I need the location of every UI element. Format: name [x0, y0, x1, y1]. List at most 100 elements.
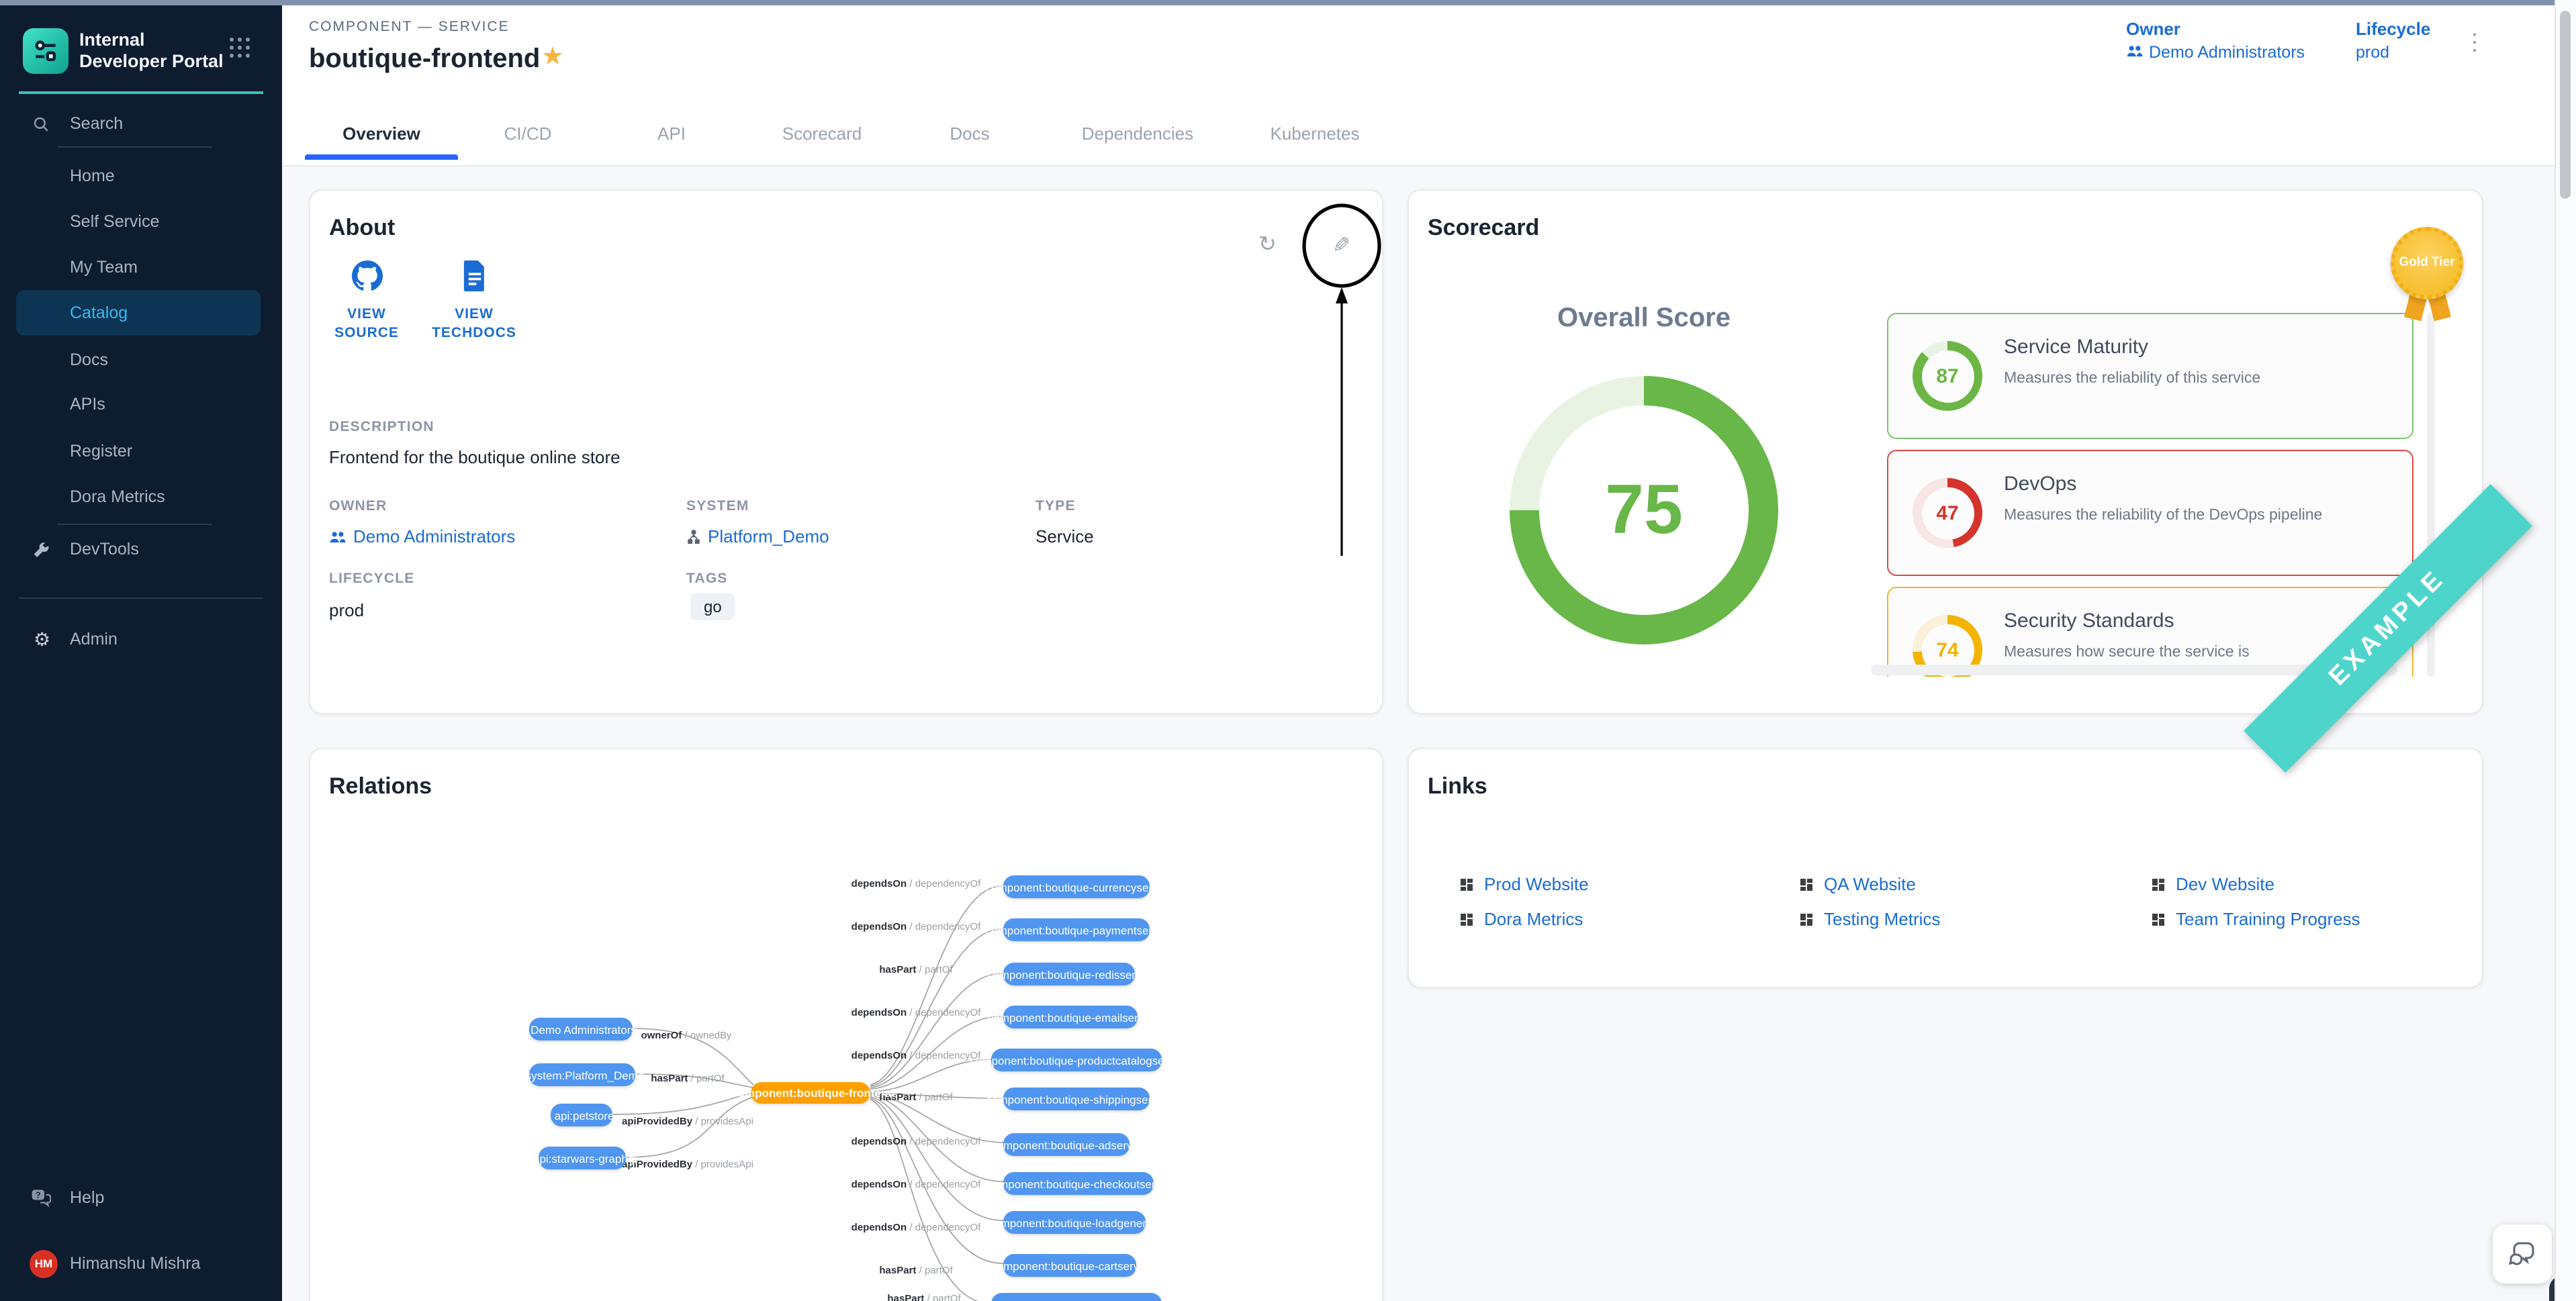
- graph-node-api-petstore[interactable]: api:petstore: [551, 1104, 612, 1126]
- graph-node-boutique-frontend[interactable]: component:boutique-frontend: [751, 1082, 870, 1104]
- favorite-star-icon[interactable]: ★: [541, 44, 564, 70]
- sidebar-item-dora-metrics[interactable]: Dora Metrics: [0, 479, 282, 514]
- overall-score-label: Overall Score: [1557, 303, 1731, 334]
- link-team-training-progress[interactable]: Team Training Progress: [2150, 909, 2360, 929]
- graph-node-checkoutservice[interactable]: component:boutique-checkoutservice: [1003, 1172, 1154, 1195]
- sidebar-item-search[interactable]: Search: [0, 106, 282, 141]
- dashboard-icon: [2150, 911, 2166, 927]
- graph-node-redisservice[interactable]: component:boutique-redisservice: [1003, 963, 1135, 985]
- techdocs-icon: [461, 260, 487, 291]
- links-card: Links Prod Website QA Website Dev Websit…: [1408, 748, 2483, 988]
- sidebar-user[interactable]: HM Himanshu Mishra: [0, 1246, 282, 1281]
- owner-label: Owner: [2126, 19, 2305, 39]
- tab-cicd[interactable]: CI/CD: [504, 124, 552, 144]
- sidebar-item-devtools[interactable]: DevTools: [0, 532, 282, 567]
- link-testing-metrics[interactable]: Testing Metrics: [1798, 909, 1940, 929]
- edge-label: hasPart / partOf: [651, 1072, 724, 1084]
- overall-score-value: 75: [1539, 405, 1749, 615]
- about-title: About: [329, 215, 395, 242]
- graph-node-shippingservice[interactable]: component:boutique-shippingservice: [1003, 1088, 1150, 1110]
- about-card: About ↻ ✎ VIEW SOURCE VIEW TECHDOCS DESC…: [309, 189, 1383, 714]
- sidebar-divider: [19, 597, 263, 599]
- edge-label: dependsOn / dependencyOf: [852, 1221, 981, 1233]
- search-icon: [32, 115, 50, 132]
- group-icon: [2126, 43, 2144, 62]
- sidebar-item-self-service[interactable]: Self Service: [0, 204, 282, 239]
- owner-field-value[interactable]: Demo Administrators: [329, 526, 515, 546]
- graph-node-loadgenerator[interactable]: component:boutique-loadgenerator: [1003, 1211, 1146, 1234]
- apps-grid-icon[interactable]: [230, 38, 251, 59]
- edge-label: dependsOn / dependencyOf: [852, 1049, 981, 1061]
- chat-bubbles-icon: [2508, 1239, 2537, 1269]
- tab-scorecard[interactable]: Scorecard: [782, 124, 862, 144]
- tag-chip-go[interactable]: go: [690, 593, 735, 620]
- graph-node-emailservice[interactable]: component:boutique-emailservice: [1003, 1006, 1138, 1028]
- link-prod-website[interactable]: Prod Website: [1459, 874, 1589, 894]
- sidebar-item-catalog[interactable]: Catalog: [16, 290, 261, 336]
- graph-node-cartservice[interactable]: component:boutique-cartservice: [1003, 1254, 1136, 1277]
- help-icon: ?: [31, 1188, 51, 1207]
- refresh-icon[interactable]: ↻: [1258, 231, 1277, 258]
- gold-tier-badge: Gold Tier: [2391, 227, 2463, 299]
- system-field-value[interactable]: Platform_Demo: [686, 526, 829, 546]
- lifecycle-field-label: LIFECYCLE: [329, 571, 415, 587]
- view-techdocs-link[interactable]: VIEW TECHDOCS: [426, 260, 522, 343]
- sidebar-item-register[interactable]: Register: [0, 434, 282, 469]
- graph-node-paymentservice[interactable]: component:boutique-paymentservice: [1003, 918, 1150, 941]
- edge-label: apiProvidedBy / providesApi: [622, 1158, 753, 1170]
- metric-card-devops[interactable]: 47 DevOps Measures the reliability of th…: [1887, 450, 2413, 576]
- graph-node-system-platform-demo[interactable]: system:Platform_Demo: [529, 1063, 635, 1086]
- kebab-menu-icon[interactable]: ⋮: [2463, 30, 2486, 56]
- relations-card: Relations Demo A: [309, 748, 1383, 1301]
- edge-label: dependsOn / dependencyOf: [852, 877, 981, 889]
- sidebar-item-help[interactable]: ? Help: [0, 1180, 282, 1215]
- app-title: Internal Developer Portal: [79, 29, 230, 73]
- scorecard-metrics-list: 87 Service Maturity Measures the reliabi…: [1887, 313, 2413, 677]
- tab-docs[interactable]: Docs: [950, 124, 989, 144]
- edge-label: dependsOn / dependencyOf: [852, 1178, 981, 1190]
- scorecard-card: Scorecard Gold Tier Overall Score 75 87 …: [1408, 189, 2483, 714]
- dashboard-icon: [1459, 876, 1475, 892]
- edit-pencil-icon[interactable]: ✎: [1332, 232, 1350, 259]
- sidebar-item-apis[interactable]: APIs: [0, 387, 282, 422]
- lifecycle-field-value: prod: [329, 600, 364, 620]
- feedback-button[interactable]: [2493, 1224, 2552, 1284]
- sidebar-item-my-team[interactable]: My Team: [0, 250, 282, 285]
- breadcrumb: COMPONENT — SERVICE: [309, 19, 510, 35]
- graph-node-currencyservice[interactable]: component:boutique-currencyservice: [1003, 875, 1150, 898]
- owner-link[interactable]: Demo Administrators: [2126, 43, 2305, 62]
- graph-node-adservice[interactable]: component:boutique-adservice: [1003, 1133, 1130, 1156]
- link-qa-website[interactable]: QA Website: [1798, 874, 1916, 894]
- app-logo-row[interactable]: Internal Developer Portal: [23, 21, 265, 81]
- metric-ring: 87: [1913, 341, 1982, 411]
- tab-dependencies[interactable]: Dependencies: [1082, 124, 1193, 144]
- edge-label: ownerOf / ownedBy: [641, 1029, 731, 1041]
- tags-field-label: TAGS: [686, 571, 728, 587]
- sidebar-item-docs[interactable]: Docs: [0, 342, 282, 377]
- sidebar-divider: [58, 524, 212, 525]
- sidebar-accent-divider: [19, 91, 263, 94]
- edge-label: dependsOn / dependencyOf: [852, 1135, 981, 1147]
- page-scrollbar-thumb[interactable]: [2560, 11, 2571, 199]
- tab-kubernetes[interactable]: Kubernetes: [1271, 124, 1360, 144]
- header-owner-block: Owner Demo Administrators: [2126, 19, 2305, 62]
- graph-node-productcatalogservice[interactable]: component:boutique-productcatalogservice: [991, 1049, 1162, 1071]
- tab-overview[interactable]: Overview: [342, 124, 420, 144]
- sidebar-item-admin[interactable]: ⚙ Admin: [0, 622, 282, 657]
- page-title: boutique-frontend: [309, 44, 540, 75]
- app-logo-icon: [23, 28, 68, 74]
- link-dora-metrics[interactable]: Dora Metrics: [1459, 909, 1583, 929]
- tab-api[interactable]: API: [657, 124, 686, 144]
- metric-card-service-maturity[interactable]: 87 Service Maturity Measures the reliabi…: [1887, 313, 2413, 439]
- view-source-link[interactable]: VIEW SOURCE: [318, 260, 415, 343]
- github-icon: [351, 260, 382, 291]
- graph-node-api-starwars-graphql[interactable]: api:starwars-graphql: [539, 1147, 626, 1169]
- graph-node-demo-administrators[interactable]: Demo Administrators: [529, 1018, 633, 1041]
- wrench-icon: [32, 540, 50, 558]
- link-dev-website[interactable]: Dev Website: [2150, 874, 2274, 894]
- edge-label: dependsOn / dependencyOf: [852, 920, 981, 932]
- system-field-label: SYSTEM: [686, 498, 749, 514]
- graph-node-partial[interactable]: [991, 1293, 1162, 1301]
- sidebar-divider: [58, 146, 212, 148]
- sidebar-item-home[interactable]: Home: [0, 158, 282, 193]
